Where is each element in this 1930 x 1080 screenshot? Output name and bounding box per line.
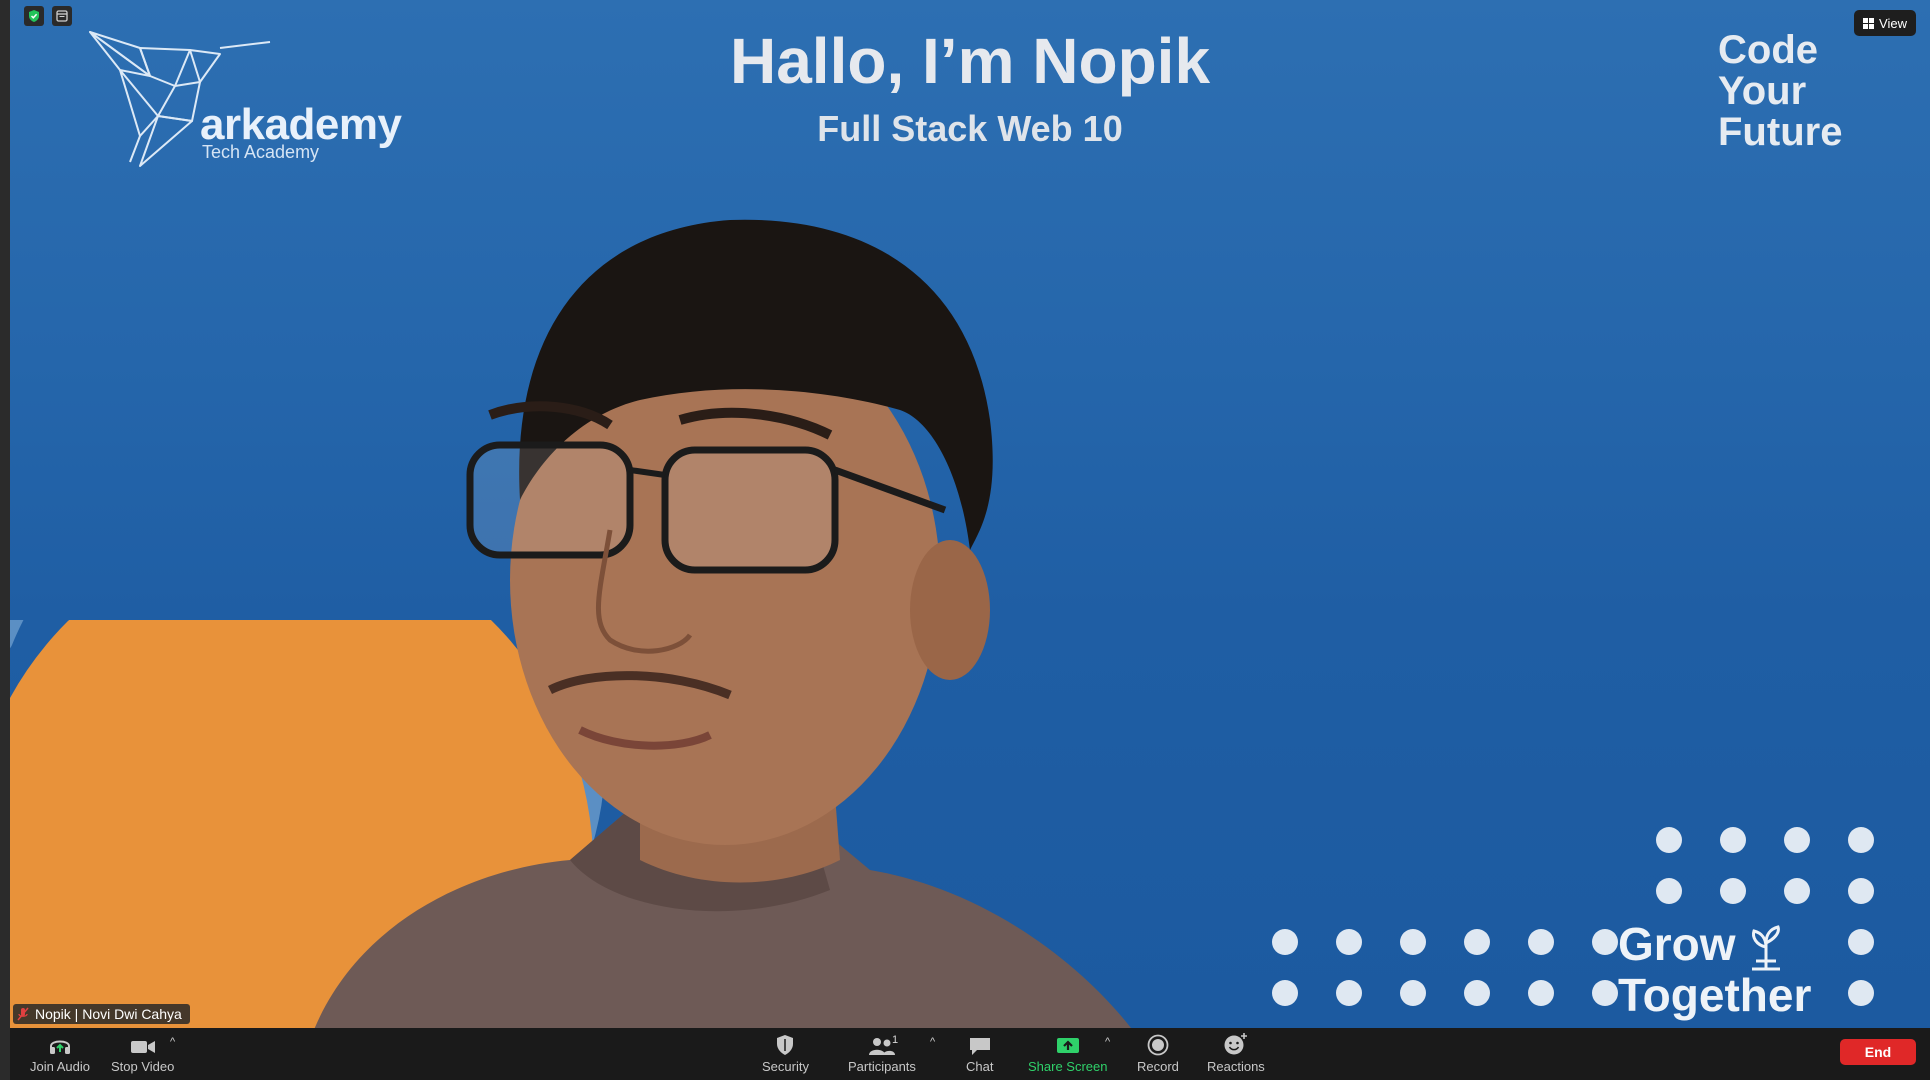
decorative-dot <box>1272 980 1298 1006</box>
join-audio-label: Join Audio <box>30 1059 90 1074</box>
meeting-toolbar: Join Audio Stop Video ^ Security 1 Parti… <box>10 1028 1930 1080</box>
security-label: Security <box>762 1059 809 1074</box>
shield-icon <box>777 1035 794 1055</box>
grow-together-text: Grow Together <box>1618 920 1811 1019</box>
participants-options-caret-icon[interactable]: ^ <box>930 1036 935 1048</box>
end-meeting-button[interactable]: End <box>1840 1039 1916 1065</box>
tagline-line: Your <box>1718 69 1807 113</box>
tagline-line: Future <box>1718 110 1843 154</box>
reactions-button[interactable]: Reactions <box>1207 1032 1265 1074</box>
decorative-dot <box>1784 827 1810 853</box>
record-label: Record <box>1137 1059 1179 1074</box>
video-camera-icon <box>130 1041 155 1053</box>
decorative-dot <box>1272 929 1298 955</box>
participant-video-image <box>314 219 1131 1028</box>
decorative-dot <box>1400 980 1426 1006</box>
decorative-dot <box>1592 929 1618 955</box>
headphones-icon <box>50 1040 70 1054</box>
decorative-dot <box>1528 980 1554 1006</box>
decorative-dot <box>1720 878 1746 904</box>
participant-name-tag: Nopik | Novi Dwi Cahya <box>13 1004 190 1024</box>
chat-label: Chat <box>966 1059 994 1074</box>
decorative-dot <box>1528 929 1554 955</box>
decorative-dot <box>1656 878 1682 904</box>
slide-subheadline: Full Stack Web 10 <box>817 108 1123 149</box>
decorative-dot <box>1464 980 1490 1006</box>
sprout-icon <box>1751 925 1780 971</box>
chat-button[interactable]: Chat <box>966 1032 993 1074</box>
decorative-dot <box>1848 929 1874 955</box>
decorative-dot <box>1400 929 1426 955</box>
video-area: View arkademy Tech Academy Hallo, I’m No… <box>10 0 1930 1028</box>
tagline-line: Code <box>1718 28 1818 72</box>
reactions-label: Reactions <box>1207 1059 1265 1074</box>
record-button[interactable]: Record <box>1137 1032 1179 1074</box>
chat-bubble-icon <box>969 1038 990 1055</box>
decorative-dot <box>1592 980 1618 1006</box>
decorative-dot <box>1848 878 1874 904</box>
join-audio-button[interactable]: Join Audio <box>30 1032 90 1074</box>
video-options-caret-icon[interactable]: ^ <box>170 1036 175 1048</box>
decorative-dot <box>1336 929 1362 955</box>
meeting-info-icon[interactable] <box>52 6 72 26</box>
participants-button[interactable]: 1 Participants <box>848 1032 916 1074</box>
grow-line: Grow <box>1618 918 1736 970</box>
window-left-edge <box>0 0 10 1080</box>
share-options-caret-icon[interactable]: ^ <box>1105 1036 1110 1048</box>
security-button[interactable]: Security <box>762 1032 809 1074</box>
grow-line: Together <box>1618 968 1812 1021</box>
decorative-dot <box>1336 980 1362 1006</box>
smiley-plus-icon <box>1224 1033 1247 1055</box>
decorative-dot <box>1464 929 1490 955</box>
decorative-dot <box>1784 878 1810 904</box>
stop-video-label: Stop Video <box>111 1059 175 1074</box>
share-screen-icon <box>1056 1038 1079 1053</box>
decorative-dot <box>1848 980 1874 1006</box>
slide-headline: Hallo, I’m Nopik <box>729 25 1211 97</box>
decorative-dot <box>1848 827 1874 853</box>
tagline: Code Your Future <box>1718 30 1842 153</box>
share-screen-button[interactable]: Share Screen <box>1028 1032 1108 1074</box>
participant-name: Nopik | Novi Dwi Cahya <box>35 1006 182 1022</box>
stop-video-button[interactable]: Stop Video <box>111 1032 174 1074</box>
decorative-dot <box>1720 827 1746 853</box>
record-icon <box>1147 1034 1169 1056</box>
participants-count: 1 <box>891 1034 899 1046</box>
share-screen-label: Share Screen <box>1028 1059 1108 1074</box>
encryption-shield-icon[interactable] <box>24 6 44 26</box>
decorative-dot <box>1656 827 1682 853</box>
mic-muted-icon <box>17 1007 29 1021</box>
participants-label: Participants <box>848 1059 916 1074</box>
